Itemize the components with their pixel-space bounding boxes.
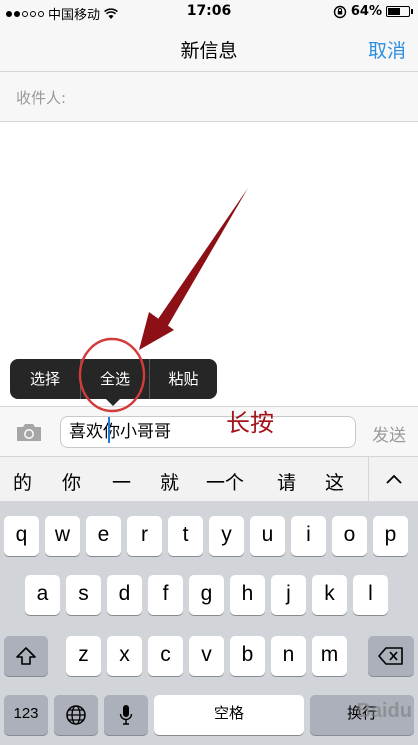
key-c[interactable]: c — [148, 636, 183, 676]
globe-icon — [66, 705, 86, 725]
compose-bar: 喜欢你小哥哥 发送 — [0, 406, 418, 456]
key-o[interactable]: o — [332, 516, 367, 556]
key-f[interactable]: f — [148, 575, 183, 615]
key-p[interactable]: p — [373, 516, 408, 556]
message-input[interactable]: 喜欢你小哥哥 — [60, 416, 356, 448]
select-all-button[interactable]: 全选 — [80, 359, 150, 399]
paste-button[interactable]: 粘贴 — [150, 359, 217, 399]
battery-percent: 64% — [350, 4, 382, 19]
shift-key[interactable] — [4, 636, 48, 676]
key-r[interactable]: r — [127, 516, 162, 556]
candidate-item[interactable]: 你 — [62, 468, 81, 495]
camera-icon[interactable] — [14, 420, 44, 444]
battery-icon — [386, 6, 413, 17]
select-button[interactable]: 选择 — [10, 359, 80, 399]
globe-key[interactable] — [54, 695, 98, 735]
candidate-item[interactable]: 这 — [325, 468, 344, 495]
key-i[interactable]: i — [291, 516, 326, 556]
candidate-item[interactable]: 的 — [13, 468, 32, 495]
candidate-item[interactable]: 就 — [160, 468, 179, 495]
key-d[interactable]: d — [107, 575, 142, 615]
key-u[interactable]: u — [250, 516, 285, 556]
key-s[interactable]: s — [66, 575, 101, 615]
dictation-key[interactable] — [104, 695, 148, 735]
candidate-item[interactable]: 一个 — [206, 468, 244, 495]
key-z[interactable]: z — [66, 636, 101, 676]
key-n[interactable]: n — [271, 636, 306, 676]
key-y[interactable]: y — [209, 516, 244, 556]
expand-candidates-button[interactable] — [368, 457, 418, 501]
recipient-field[interactable]: 收件人: — [0, 72, 418, 122]
key-g[interactable]: g — [189, 575, 224, 615]
edit-menu: 选择 全选 粘贴 — [10, 359, 217, 399]
status-right: 64% — [333, 4, 413, 19]
page-title: 新信息 — [180, 40, 238, 62]
numbers-key[interactable]: 123 — [4, 695, 48, 735]
backspace-icon — [378, 647, 403, 665]
key-t[interactable]: t — [168, 516, 203, 556]
candidate-item[interactable]: 请 — [277, 468, 296, 495]
chevron-up-icon — [386, 474, 402, 484]
navigation-bar: 新信息 取消 — [0, 24, 418, 72]
send-button[interactable]: 发送 — [372, 421, 406, 446]
candidate-bar: 的 你 一 就 一个 请 这 — [0, 456, 418, 502]
edit-menu-pointer — [105, 398, 121, 406]
key-v[interactable]: v — [189, 636, 224, 676]
key-q[interactable]: q — [4, 516, 39, 556]
key-a[interactable]: a — [25, 575, 60, 615]
key-k[interactable]: k — [312, 575, 347, 615]
recipient-label: 收件人: — [16, 89, 67, 107]
keyboard: q w e r t y u i o p a s d f g h j k l z … — [0, 502, 418, 745]
microphone-icon — [119, 705, 133, 725]
key-b[interactable]: b — [230, 636, 265, 676]
cancel-button[interactable]: 取消 — [368, 36, 406, 63]
shift-icon — [16, 647, 36, 665]
key-j[interactable]: j — [271, 575, 306, 615]
watermark: Baidu — [356, 700, 412, 722]
key-l[interactable]: l — [353, 575, 388, 615]
key-e[interactable]: e — [86, 516, 121, 556]
key-h[interactable]: h — [230, 575, 265, 615]
key-x[interactable]: x — [107, 636, 142, 676]
rotation-lock-icon — [333, 5, 347, 18]
status-bar: 中国移动 17:06 64% — [0, 0, 418, 24]
text-cursor — [108, 417, 110, 443]
space-key[interactable]: 空格 — [154, 695, 304, 735]
candidate-item[interactable]: 一 — [112, 468, 131, 495]
key-w[interactable]: w — [45, 516, 80, 556]
annotation-text: 长按 — [226, 409, 274, 437]
key-m[interactable]: m — [312, 636, 347, 676]
delete-key[interactable] — [368, 636, 414, 676]
